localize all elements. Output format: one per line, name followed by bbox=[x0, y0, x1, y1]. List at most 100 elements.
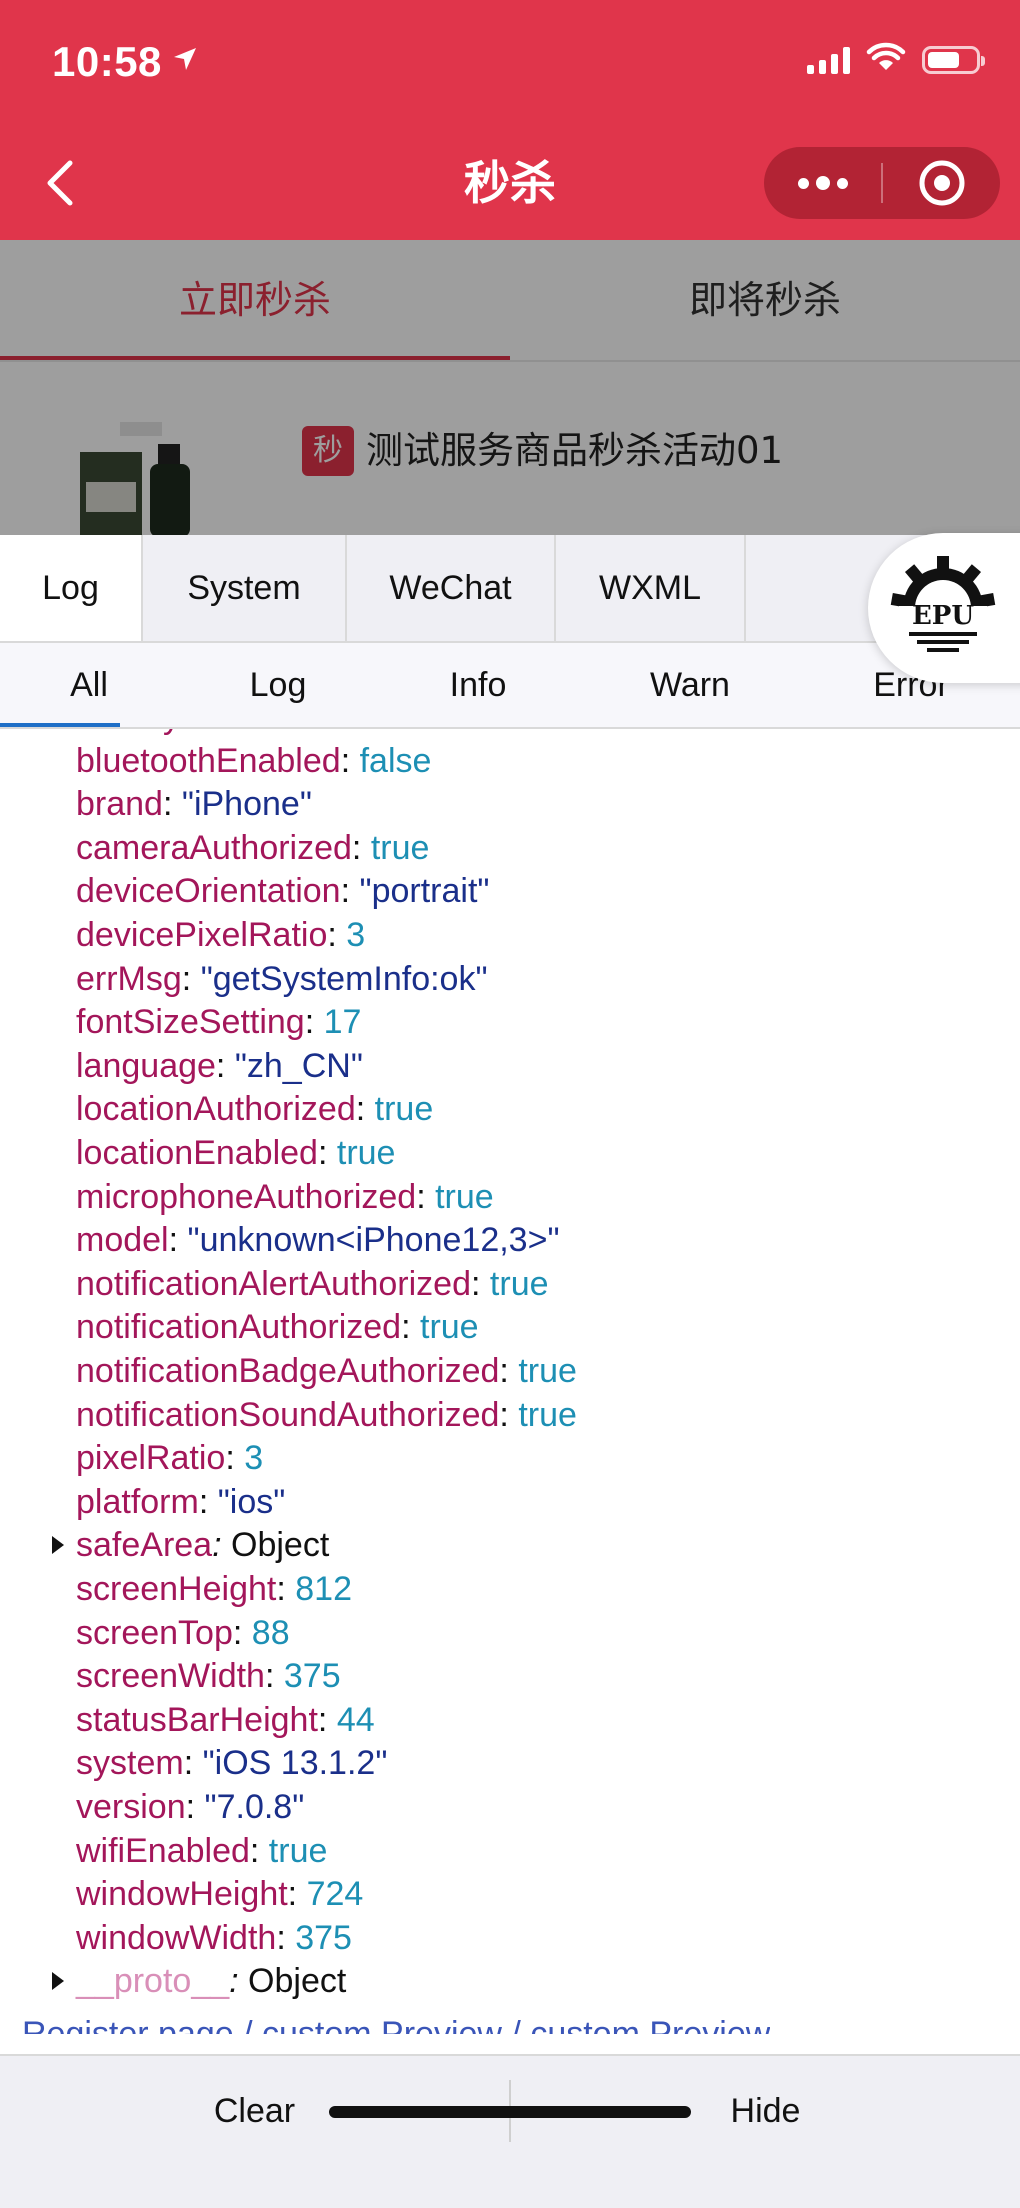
log-entry: model: "unknown<iPhone12,3>" bbox=[76, 1218, 560, 1262]
log-key: notificationSoundAuthorized bbox=[76, 1395, 500, 1434]
log-value: true bbox=[374, 1090, 434, 1129]
log-separator: : bbox=[249, 1831, 269, 1870]
log-value: 375 bbox=[295, 1918, 352, 1957]
location-arrow-icon bbox=[172, 46, 198, 77]
log-key: locationAuthorized bbox=[76, 1090, 356, 1129]
log-value: true bbox=[518, 1352, 577, 1390]
log-key: notificationAlertAuthorized bbox=[76, 1264, 472, 1303]
log-value: 17 bbox=[323, 1003, 362, 1042]
filter-warn[interactable]: Warn bbox=[578, 643, 802, 727]
modal-overlay[interactable] bbox=[0, 240, 1020, 535]
log-entry: statusBarHeight: 44 bbox=[76, 1698, 375, 1742]
log-entry: screenTop: 88 bbox=[76, 1611, 290, 1655]
vconsole-panel: Log System WeChat WXML All Log Info Warn… bbox=[0, 535, 1020, 2208]
log-key: screenWidth bbox=[76, 1657, 265, 1696]
log-entry: notificationAuthorized: true bbox=[76, 1305, 479, 1349]
more-dots-icon[interactable] bbox=[764, 147, 881, 219]
vconsole-tab-log[interactable]: Log bbox=[0, 535, 143, 641]
log-entry: cameraAuthorized: true bbox=[76, 826, 429, 870]
close-target-icon[interactable] bbox=[883, 147, 1000, 219]
log-value: 3 bbox=[244, 1439, 264, 1478]
status-bar: 10:58 bbox=[0, 0, 1020, 125]
log-separator: : bbox=[287, 1875, 307, 1914]
log-value: 375 bbox=[283, 1657, 341, 1696]
log-separator: : bbox=[416, 1177, 436, 1216]
vconsole-tab-wechat[interactable]: WeChat bbox=[347, 535, 556, 641]
active-filter-indicator bbox=[0, 723, 120, 727]
vconsole-footer: Clear Hide bbox=[0, 2054, 1020, 2208]
log-entry: system: "iOS 13.1.2" bbox=[76, 1741, 387, 1785]
log-separator: : bbox=[181, 959, 201, 998]
log-value: false bbox=[359, 741, 432, 780]
log-separator: : bbox=[212, 1526, 231, 1565]
log-entry[interactable]: safeArea: Object bbox=[52, 1523, 330, 1567]
log-key: model bbox=[76, 1221, 169, 1260]
log-value: Object bbox=[231, 1526, 330, 1565]
log-key: platform bbox=[76, 1482, 199, 1521]
log-key: windowWidth bbox=[76, 1918, 277, 1957]
log-key: brand bbox=[76, 785, 163, 824]
log-key: cameraAuthorized bbox=[76, 828, 352, 867]
log-entry: platform: "ios" bbox=[76, 1480, 285, 1524]
log-key: statusBarHeight bbox=[76, 1700, 318, 1739]
log-value: "ios" bbox=[217, 1482, 286, 1521]
miniprogram-capsule bbox=[764, 147, 1000, 219]
log-entry: notificationAlertAuthorized: true bbox=[76, 1262, 549, 1306]
log-value: "7.0.8" bbox=[204, 1788, 305, 1826]
log-value: "getSystemInfo:ok" bbox=[200, 959, 488, 998]
log-separator: : bbox=[264, 1657, 284, 1696]
log-value: 88 bbox=[251, 1613, 290, 1652]
log-entry: notificationSoundAuthorized: true bbox=[76, 1393, 577, 1437]
log-key: system bbox=[76, 1744, 184, 1783]
log-separator: : bbox=[261, 729, 280, 736]
vconsole-tab-system[interactable]: System bbox=[143, 535, 347, 641]
log-entry: pixelRatio: 3 bbox=[76, 1436, 263, 1480]
filter-log[interactable]: Log bbox=[178, 643, 378, 727]
log-key: notificationAuthorized bbox=[76, 1308, 402, 1347]
log-separator: : bbox=[340, 741, 360, 780]
log-key: batteryLevel bbox=[76, 729, 261, 736]
log-key: notificationBadgeAuthorized bbox=[76, 1352, 500, 1390]
cellular-signal-icon bbox=[807, 46, 850, 74]
log-separator: : bbox=[340, 872, 360, 911]
log-separator: : bbox=[499, 1352, 519, 1390]
navigation-bar: 秒杀 bbox=[0, 125, 1020, 240]
log-separator: : bbox=[276, 1918, 296, 1957]
log-separator: : bbox=[215, 1046, 235, 1085]
log-entry: screenWidth: 375 bbox=[76, 1654, 341, 1698]
next-log-entry[interactable]: Register page / custom Preview / custom … bbox=[22, 2014, 770, 2034]
expand-triangle-icon[interactable] bbox=[52, 1536, 64, 1555]
log-entry[interactable]: __proto__: Object bbox=[52, 1959, 346, 2003]
log-key: devicePixelRatio bbox=[76, 916, 328, 954]
expand-triangle-icon[interactable] bbox=[52, 1972, 64, 1991]
log-value: "portrait" bbox=[359, 872, 490, 911]
log-key: bluetoothEnabled bbox=[76, 741, 341, 780]
filter-all[interactable]: All bbox=[0, 643, 178, 727]
epu-logo-badge[interactable]: EPU bbox=[868, 533, 1020, 683]
log-entry: fontSizeSetting: 17 bbox=[76, 1000, 361, 1044]
log-separator: : bbox=[168, 1221, 188, 1260]
vconsole-tabbar: Log System WeChat WXML bbox=[0, 535, 1020, 643]
log-entry: language: "zh_CN" bbox=[76, 1044, 363, 1088]
log-entry: deviceOrientation: "portrait" bbox=[76, 869, 489, 913]
log-value: 724 bbox=[306, 1875, 364, 1914]
log-separator: : bbox=[471, 1264, 490, 1303]
log-entry: windowWidth: 375 bbox=[76, 1916, 352, 1960]
log-separator: : bbox=[162, 785, 182, 824]
log-key: __proto__ bbox=[76, 1962, 230, 2001]
log-output[interactable]: Register page / custom Preview / custom … bbox=[0, 729, 1020, 2034]
log-separator: : bbox=[327, 916, 347, 954]
log-value: "iPhone" bbox=[181, 785, 312, 824]
log-key: fontSizeSetting bbox=[76, 1003, 305, 1042]
log-key: screenHeight bbox=[76, 1570, 277, 1608]
log-separator: : bbox=[229, 1962, 249, 2001]
log-key: errMsg bbox=[76, 959, 182, 998]
vconsole-tab-wxml[interactable]: WXML bbox=[556, 535, 746, 641]
log-separator: : bbox=[317, 1700, 337, 1739]
log-key: windowHeight bbox=[76, 1875, 288, 1914]
log-key: deviceOrientation bbox=[76, 872, 341, 911]
log-entry: devicePixelRatio: 3 bbox=[76, 913, 365, 957]
filter-info[interactable]: Info bbox=[378, 643, 578, 727]
log-value: true bbox=[518, 1395, 577, 1434]
log-key: pixelRatio bbox=[76, 1439, 226, 1478]
